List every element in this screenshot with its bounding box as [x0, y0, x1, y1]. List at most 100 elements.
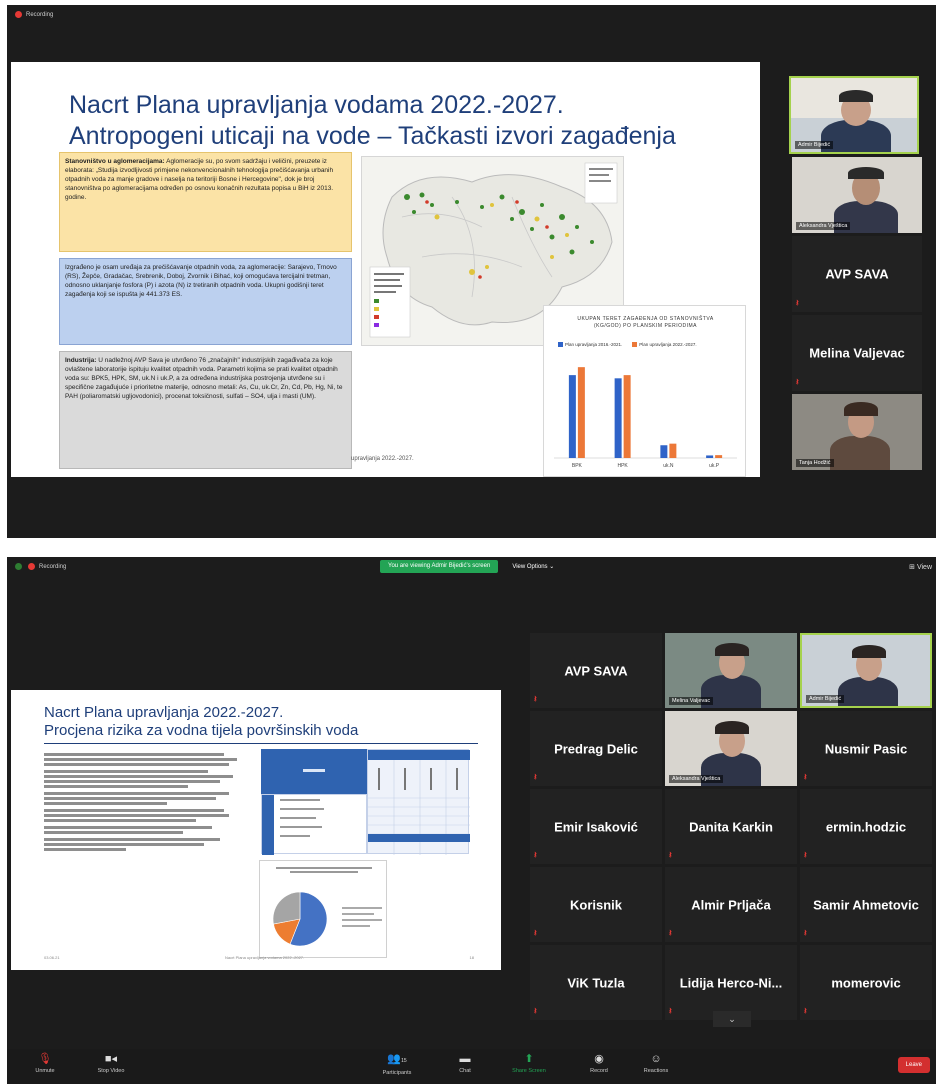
share-screen-icon: ⬆ [524, 1053, 534, 1065]
shared-slide: Nacrt Plana upravljanja 2022.-2027. Proc… [11, 690, 501, 970]
x-tick-label: uk.P [709, 463, 720, 469]
chevron-down-icon[interactable]: ⌄ [713, 1011, 751, 1027]
population-box: Stanovništvo u aglomeracijama: Aglomerac… [59, 152, 352, 252]
footer-page: 18 [469, 955, 474, 960]
participant-tile[interactable]: ermin.hodzic 𝄽 [800, 789, 932, 864]
muted-mic-icon: 𝄽 [669, 928, 672, 938]
unmute-button[interactable]: 🎙︎ Unmute [23, 1051, 67, 1074]
muted-mic-icon: 𝄽 [804, 850, 807, 860]
participant-tile[interactable]: AVP SAVA 𝄽 [530, 633, 662, 708]
bar-HPK-series-2 [623, 375, 631, 458]
muted-mic-icon: 𝄽 [804, 772, 807, 782]
pie-slice-3 [272, 891, 301, 925]
reactions-icon: ☺ [650, 1053, 662, 1065]
participant-tile-4[interactable]: Melina Valjevac 𝄽 [792, 315, 922, 391]
participant-tile[interactable]: Aleksandra Vještica [665, 711, 797, 786]
x-tick-label: BPK [572, 463, 583, 469]
bar-uk.N-series-2 [669, 443, 677, 458]
muted-mic-icon: 𝄽 [534, 928, 537, 938]
table-header [261, 749, 367, 794]
participant-name: Predrag Delic [554, 741, 638, 756]
slide-footer: upravljanja 2022.-2027. [351, 456, 414, 462]
treatment-box: Izgrađeno je osam uređaja za prečišćavan… [59, 258, 352, 345]
recording-icon [28, 563, 35, 570]
participant-tile[interactable]: Lidija Herco-Ni... 𝄽 [665, 945, 797, 1020]
participant-name: Samir Ahmetovic [813, 897, 919, 912]
slide-title-line1: Nacrt Plana upravljanja vodama 2022.-202… [69, 91, 564, 119]
industry-box-head: Industrija: [65, 357, 97, 364]
bar-HPK-series-1 [614, 378, 622, 458]
muted-mic-icon: 𝄽 [534, 694, 537, 704]
recording-label: Recording [39, 563, 67, 570]
participant-tile[interactable]: Melina Valjevac [665, 633, 797, 708]
participant-tile[interactable]: Admir Bijedić [800, 633, 932, 708]
chart-plot: BPK HPK uk.N uk.P [554, 367, 737, 469]
view-button[interactable]: ⊞ View [909, 563, 932, 571]
participant-name: Lidija Herco-Ni... [679, 975, 783, 990]
participant-tile[interactable]: Korisnik 𝄽 [530, 867, 662, 942]
participant-tile-5[interactable]: Tanja Hodžić [792, 394, 922, 470]
participant-name: Aleksandra Vještica [669, 775, 724, 783]
participant-name: Emir Isaković [554, 819, 638, 834]
slide-title: Nacrt Plana upravljanja 2022.-2027. Proc… [44, 704, 358, 740]
muted-mic-icon: 𝄽 [534, 1006, 537, 1016]
participant-tile[interactable]: ViK Tuzla 𝄽 [530, 945, 662, 1020]
participant-name: ViK Tuzla [567, 975, 625, 990]
participant-name: Nusmir Pasic [824, 741, 908, 756]
participants-button[interactable]: 👥15 Participants [375, 1051, 419, 1076]
participant-name: Admir Bijedić [806, 695, 845, 703]
recording-indicator: Recording [15, 563, 66, 570]
participant-name: AVP SAVA [825, 266, 889, 282]
participant-tile[interactable]: momerovic 𝄽 [800, 945, 932, 1020]
slide-title-line2: Antropogeni uticaji na vode – Tačkasti i… [69, 122, 676, 150]
leave-button[interactable]: Leave [897, 1057, 930, 1073]
participant-tile[interactable]: Emir Isaković 𝄽 [530, 789, 662, 864]
muted-mic-icon: 𝄽 [534, 772, 537, 782]
record-button[interactable]: ◉ Record [577, 1051, 621, 1074]
slide-title: Nacrt Plana upravljanja vodama 2022.-202… [69, 90, 676, 152]
muted-mic-icon: 𝄽 [804, 1006, 807, 1016]
bar-uk.P-series-2 [715, 455, 723, 458]
participant-name: AVP SAVA [564, 663, 628, 678]
risk-table [261, 749, 470, 855]
recording-icon [15, 11, 22, 18]
stop-video-button[interactable]: ■◂ Stop Video [89, 1051, 133, 1074]
share-screen-button[interactable]: ⬆ Share Screen [507, 1051, 551, 1074]
participant-tile[interactable]: Danita Karkin 𝄽 [665, 789, 797, 864]
industry-box-text: U nadležnoj AVP Sava je utvrđeno 76 „zna… [65, 357, 343, 400]
shared-slide: Nacrt Plana upravljanja vodama 2022.-202… [11, 62, 760, 477]
table-grid [367, 749, 470, 855]
participant-tile[interactable]: Predrag Delic 𝄽 [530, 711, 662, 786]
mic-muted-icon: 🎙︎ [38, 1053, 52, 1065]
meeting-screenshot-2: Recording You are viewing Admir Bijedić'… [7, 557, 936, 1084]
participant-name: ermin.hodzic [825, 819, 907, 834]
slide-footer: 03.06.21 Nacrt Plana upravljanja vodama … [44, 955, 474, 960]
slide-title-line1: Nacrt Plana upravljanja 2022.-2027. [44, 704, 284, 721]
muted-mic-icon: 𝄽 [796, 298, 799, 308]
pollution-chart: UKUPAN TERET ZAGAĐENJA OD STANOVNIŠTVA (… [543, 305, 746, 477]
top-bar: You are viewing Admir Bijedić's screen V… [380, 560, 560, 573]
viewing-banner: You are viewing Admir Bijedić's screen [380, 560, 499, 573]
participant-name: Aleksandra Vještica [796, 222, 851, 230]
bar-BPK-series-1 [568, 375, 576, 458]
participant-name: Korisnik [569, 897, 622, 912]
chat-button[interactable]: ▬ Chat [443, 1051, 487, 1074]
population-box-head: Stanovništvo u aglomeracijama: [65, 158, 165, 165]
footer-date: 03.06.21 [44, 955, 60, 960]
participant-tile[interactable]: Samir Ahmetovic 𝄽 [800, 867, 932, 942]
participant-name: Melina Valjevac [809, 345, 905, 361]
participant-tile-1[interactable]: Admir Bijedić [789, 76, 919, 154]
reactions-button[interactable]: ☺ Reactions [634, 1051, 678, 1074]
treatment-box-text: Izgrađeno je osam uređaja za prečišćavan… [65, 264, 337, 298]
bar-uk.N-series-1 [660, 445, 668, 458]
participant-name: Tanja Hodžić [796, 459, 834, 467]
view-options-button[interactable]: View Options ⌄ [506, 560, 560, 573]
risk-pie-chart [259, 860, 387, 958]
participant-tile[interactable]: Nusmir Pasic 𝄽 [800, 711, 932, 786]
participant-tile-2[interactable]: Aleksandra Vještica [792, 157, 922, 233]
chat-icon: ▬ [459, 1053, 471, 1065]
participant-tile[interactable]: Almir Prljača 𝄽 [665, 867, 797, 942]
participant-tile-3[interactable]: AVP SAVA 𝄽 [792, 236, 922, 312]
bar-BPK-series-2 [577, 367, 585, 458]
recording-label: Recording [26, 11, 54, 18]
